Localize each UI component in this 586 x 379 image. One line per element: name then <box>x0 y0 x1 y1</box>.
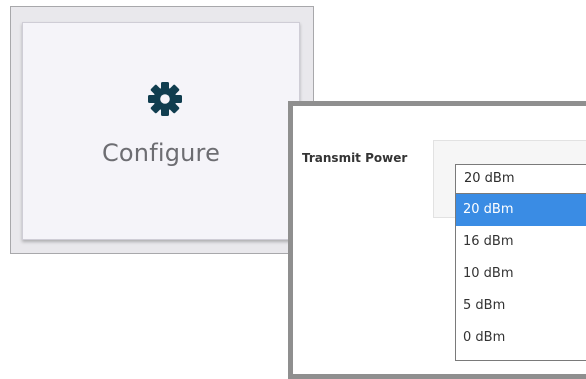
transmit-power-dropdown: 20 dBm 16 dBm 10 dBm 5 dBm 0 dBm <box>455 193 586 361</box>
dropdown-option[interactable]: 20 dBm <box>456 194 586 226</box>
transmit-power-label: Transmit Power <box>302 151 408 165</box>
configure-label: Configure <box>101 139 221 167</box>
dropdown-option[interactable]: 0 dBm <box>456 322 586 354</box>
gear-icon <box>147 81 183 117</box>
dropdown-option[interactable]: 10 dBm <box>456 258 586 290</box>
configure-tile-frame: Configure <box>10 6 314 254</box>
transmit-power-panel: Transmit Power 20 dBm 20 dBm 16 dBm 10 d… <box>288 101 586 379</box>
dropdown-option[interactable]: 5 dBm <box>456 290 586 322</box>
transmit-power-select[interactable]: 20 dBm <box>455 164 586 194</box>
configure-tile[interactable]: Configure <box>22 22 300 240</box>
dropdown-option[interactable]: 16 dBm <box>456 226 586 258</box>
